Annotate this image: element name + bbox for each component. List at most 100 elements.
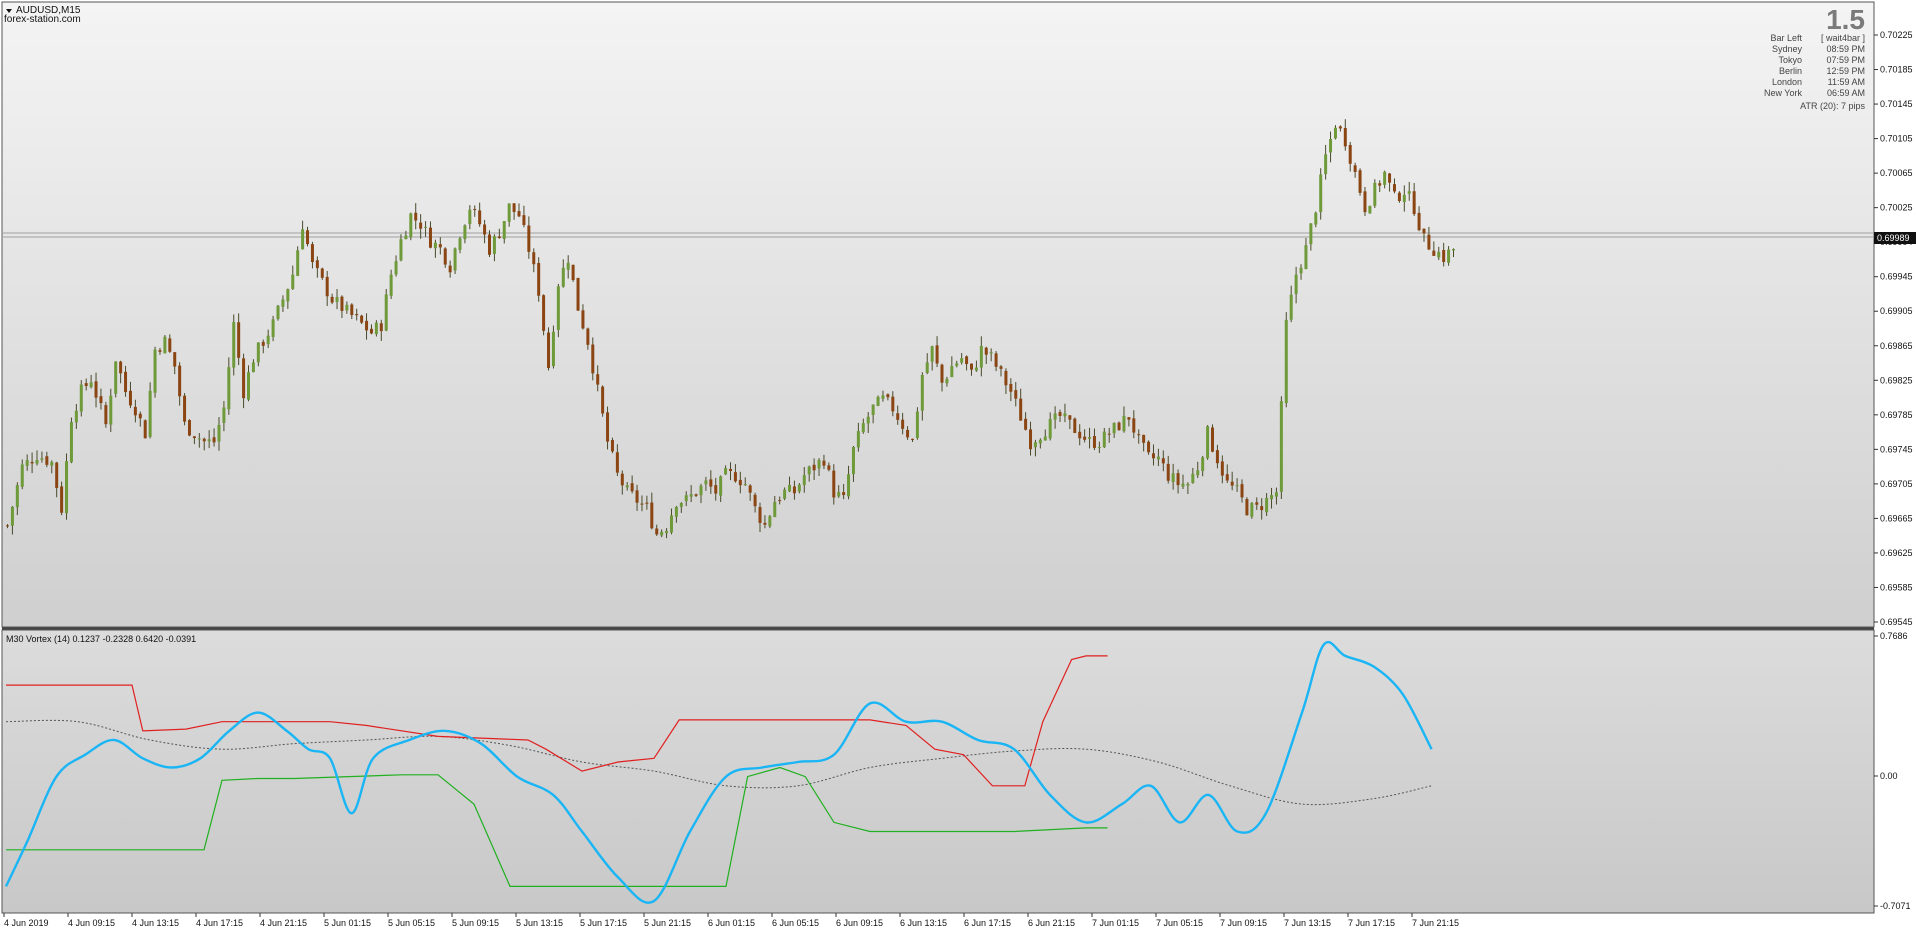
time-tick-label: 6 Jun 05:15 xyxy=(772,918,819,928)
time-tick-label: 6 Jun 01:15 xyxy=(708,918,755,928)
info-row-label: Berlin xyxy=(1779,66,1802,76)
time-tick-label: 7 Jun 05:15 xyxy=(1156,918,1203,928)
candle-body xyxy=(910,438,914,440)
candle-body xyxy=(10,506,14,526)
candle-body xyxy=(763,522,767,525)
candle-body xyxy=(1043,436,1047,441)
candle-body xyxy=(281,299,285,307)
candle-body xyxy=(335,296,339,303)
candle-body xyxy=(212,437,216,443)
info-row-value: [ wait4bar ] xyxy=(1821,33,1865,43)
candle-body xyxy=(891,396,895,412)
candle xyxy=(601,385,605,417)
price-pane[interactable] xyxy=(1,1,1875,628)
chart-canvas[interactable]: AUDUSD,M15 forex-station.com 1.5 Bar Lef… xyxy=(0,0,1916,933)
candle-body xyxy=(409,213,413,238)
candle-body xyxy=(729,468,732,471)
time-tick-label: 7 Jun 17:15 xyxy=(1348,918,1395,928)
candle-body xyxy=(1245,499,1249,516)
candle-body xyxy=(483,224,487,235)
info-row-value: 06:59 AM xyxy=(1827,88,1865,98)
candle-body xyxy=(1014,390,1018,399)
price-tick-label: 0.69905 xyxy=(1880,306,1913,316)
candle-body xyxy=(856,431,860,448)
candle-body xyxy=(1068,415,1072,420)
candle-body xyxy=(699,485,703,496)
candle-body xyxy=(689,494,693,497)
site-label: forex-station.com xyxy=(4,14,81,25)
price-tick-label: 0.69825 xyxy=(1880,375,1913,385)
candle-body xyxy=(251,362,255,373)
candle xyxy=(556,283,560,338)
candle-body xyxy=(1397,192,1401,202)
candle-body xyxy=(610,439,614,452)
candle-body xyxy=(310,244,314,263)
candle xyxy=(1206,425,1210,460)
candle-body xyxy=(502,221,506,239)
candle-body xyxy=(532,252,536,265)
candle-body xyxy=(669,515,673,533)
candle xyxy=(547,327,551,371)
candle-body xyxy=(1019,398,1023,421)
price-axis[interactable]: 0.70225 0.70185 0.70145 0.70105 0.70065 0.700… xyxy=(1874,30,1913,627)
candle-body xyxy=(1097,447,1101,449)
candle-body xyxy=(1422,228,1426,234)
time-axis[interactable]: 4 Jun 2019 4 Jun 09:15 4 Jun 13:15 4 Jun 17… xyxy=(3,913,1459,928)
candle-body xyxy=(733,472,737,482)
candle-body xyxy=(1083,436,1087,440)
candle-body xyxy=(1063,413,1067,417)
candle-body xyxy=(1211,427,1214,452)
candle-body xyxy=(753,494,757,507)
candle-body xyxy=(512,203,516,212)
candle-body xyxy=(369,328,373,334)
candle-body xyxy=(1048,419,1052,439)
candle-body xyxy=(60,486,64,513)
candle-body xyxy=(1270,495,1274,500)
candle-body xyxy=(45,456,49,465)
candle-body xyxy=(522,215,526,226)
candle-body xyxy=(128,390,132,406)
time-tick-label: 4 Jun 21:15 xyxy=(260,918,307,928)
candle-body xyxy=(1363,191,1367,213)
candle xyxy=(276,304,280,321)
candle-body xyxy=(847,474,851,497)
candle xyxy=(79,380,83,417)
candle-body xyxy=(94,381,98,398)
candle-body xyxy=(1142,434,1146,443)
candle xyxy=(571,264,575,282)
candle-body xyxy=(242,358,246,399)
candle-body xyxy=(89,382,93,388)
candle-body xyxy=(1407,191,1411,194)
candle-body xyxy=(861,423,865,433)
candle xyxy=(1073,417,1077,434)
candle-body xyxy=(1147,441,1151,453)
candle-body xyxy=(296,250,300,276)
candle-body xyxy=(419,222,423,229)
candle-body xyxy=(399,239,403,261)
candle-body xyxy=(1024,418,1028,430)
candle-body xyxy=(547,332,551,369)
candle-body xyxy=(1132,418,1136,433)
candle-body xyxy=(1378,183,1382,186)
candle-body xyxy=(783,489,787,499)
candle-body xyxy=(679,503,683,507)
price-tick-label: 0.69745 xyxy=(1880,444,1913,454)
candle-body xyxy=(124,371,128,393)
candle-body xyxy=(561,267,565,287)
candle-body xyxy=(1230,481,1234,486)
candle-body xyxy=(1402,194,1406,202)
mt4-chart-window[interactable]: AUDUSD,M15 forex-station.com 1.5 Bar Lef… xyxy=(0,0,1916,933)
candle-body xyxy=(1447,249,1451,263)
indicator-axis[interactable]: 0.7686 0.00 -0.7071 xyxy=(1874,631,1911,911)
indicator-pane[interactable] xyxy=(1,629,1875,914)
candle-body xyxy=(271,319,275,337)
candle xyxy=(232,314,236,376)
candle-body xyxy=(955,363,959,366)
candle-body xyxy=(1186,483,1190,486)
candle xyxy=(153,346,157,398)
candle-body xyxy=(237,322,241,358)
candle-body xyxy=(355,314,359,316)
candle-body xyxy=(153,349,157,393)
price-tick-label: 0.70185 xyxy=(1880,65,1913,75)
candle-body xyxy=(6,525,9,527)
